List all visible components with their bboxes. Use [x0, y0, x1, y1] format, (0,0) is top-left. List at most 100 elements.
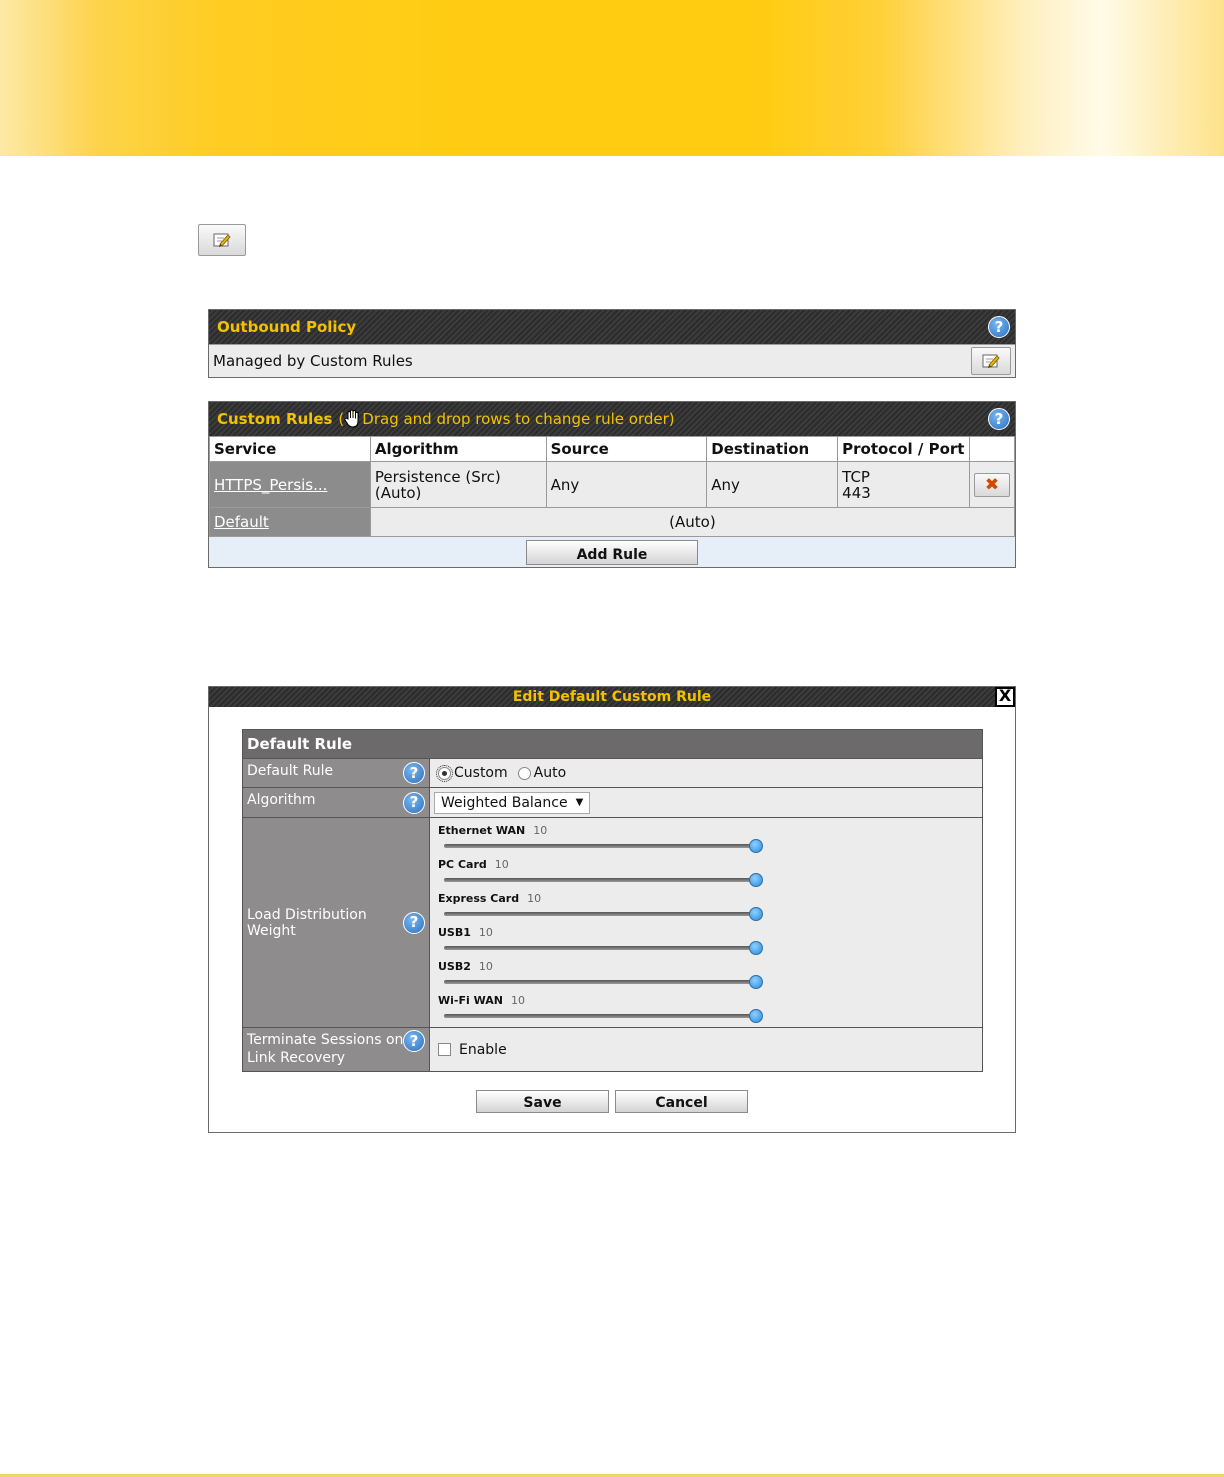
table-row-default[interactable]: Default (Auto)	[209, 507, 1016, 537]
enable-label[interactable]: Enable	[459, 1042, 507, 1058]
radio-custom[interactable]	[436, 764, 453, 782]
service-cell: HTTPS_Persis...	[209, 461, 371, 508]
load-distribution-label: Load Distribution Weight ?	[243, 818, 430, 1027]
terminate-sessions-row: Terminate Sessions on Link Recovery ? En…	[243, 1027, 982, 1071]
algorithm-label-text: Algorithm	[247, 792, 316, 808]
radio-custom-label[interactable]: Custom	[454, 765, 508, 781]
weight-slider-name: USB2	[438, 960, 471, 973]
enable-checkbox[interactable]	[438, 1043, 451, 1056]
destination-cell: Any	[706, 461, 839, 508]
custom-rules-table: Service Algorithm Source Destination Pro…	[209, 436, 1016, 537]
load-distribution-row: Load Distribution Weight ? Ethernet WAN 1…	[243, 817, 982, 1027]
add-rule-button[interactable]: Add Rule	[526, 540, 698, 565]
weight-slider-name: Wi-Fi WAN	[438, 994, 503, 1007]
weight-slider-item: Wi-Fi WAN 10	[438, 992, 974, 1026]
algorithm-mode: (Auto)	[374, 483, 422, 502]
algorithm-row: Algorithm ? Weighted Balance ▼	[243, 787, 982, 817]
help-icon[interactable]: ?	[403, 911, 425, 934]
default-rule-form: Default Rule Default Rule ? Custom Auto …	[242, 729, 983, 1072]
edit-outbound-button[interactable]	[971, 347, 1011, 375]
weight-sliders: Ethernet WAN 10 PC Card 10 Express Card 10 USB…	[430, 818, 982, 1027]
table-header-row: Service Algorithm Source Destination Pro…	[209, 436, 1015, 462]
column-header-protocol-port: Protocol / Port	[837, 436, 970, 462]
weight-slider-handle[interactable]	[749, 975, 763, 989]
dialog-title: Edit Default Custom Rule	[512, 689, 712, 705]
weight-slider-track[interactable]	[444, 839, 763, 853]
weight-slider-name: Ethernet WAN	[438, 824, 526, 837]
close-icon[interactable]: X	[995, 687, 1015, 707]
edit-default-rule-dialog: Edit Default Custom Rule X Default Rule …	[208, 686, 1016, 1133]
weight-slider-value: 10	[494, 858, 509, 871]
algorithm-cell: Persistence (Src) (Auto)	[369, 461, 547, 508]
column-header-algorithm: Algorithm	[369, 436, 547, 462]
weight-slider-item: Express Card 10	[438, 890, 974, 924]
weight-slider-name: USB1	[438, 926, 471, 939]
weight-slider-handle[interactable]	[749, 907, 763, 921]
weight-slider-name: PC Card	[438, 858, 487, 871]
column-header-destination: Destination	[706, 436, 839, 462]
outbound-policy-summary: Managed by Custom Rules	[213, 352, 413, 370]
weight-slider-item: USB1 10	[438, 924, 974, 958]
help-icon[interactable]: ?	[403, 762, 425, 784]
service-cell: Default	[209, 507, 371, 537]
weight-slider-handle[interactable]	[749, 941, 763, 955]
terminate-sessions-label-text: Terminate Sessions on Link Recovery	[247, 1032, 404, 1066]
column-header-actions	[969, 436, 1015, 462]
radio-auto-label[interactable]: Auto	[534, 765, 567, 781]
weight-slider-handle[interactable]	[749, 1009, 763, 1023]
help-icon[interactable]: ?	[988, 316, 1010, 338]
column-header-service: Service	[209, 436, 371, 462]
service-link-https[interactable]: HTTPS_Persis...	[214, 476, 327, 494]
hand-icon	[344, 409, 359, 428]
dialog-title-bar: Edit Default Custom Rule X	[209, 687, 1015, 707]
weight-slider-item: Ethernet WAN 10	[438, 822, 974, 856]
weight-slider-value: 10	[478, 960, 493, 973]
protocol-text: TCP	[842, 467, 870, 486]
weight-slider-handle[interactable]	[749, 839, 763, 853]
custom-rules-hint: Drag and drop rows to change rule order)	[362, 410, 675, 428]
weight-slider-track[interactable]	[444, 907, 763, 921]
actions-cell: ✖	[969, 461, 1015, 508]
service-link-default[interactable]: Default	[214, 513, 269, 531]
port-text: 443	[842, 483, 871, 502]
weight-slider-track[interactable]	[444, 873, 763, 887]
weight-slider-value: 10	[510, 994, 525, 1007]
default-rule-value: (Auto)	[369, 507, 1016, 537]
algorithm-text: Persistence (Src)	[374, 467, 501, 486]
default-rule-label: Default Rule ?	[243, 759, 430, 787]
outbound-policy-heading: Outbound Policy	[217, 318, 357, 336]
chevron-down-icon: ▼	[575, 797, 584, 808]
edit-button[interactable]	[198, 224, 246, 256]
help-icon[interactable]: ?	[403, 791, 425, 814]
default-rule-row: Default Rule ? Custom Auto	[243, 758, 982, 787]
column-header-source: Source	[545, 436, 708, 462]
algorithm-value: Weighted Balance ▼	[430, 788, 982, 817]
outbound-policy-panel: Outbound Policy ? Managed by Custom Rule…	[208, 309, 1016, 378]
weight-slider-track[interactable]	[444, 1009, 763, 1023]
protocol-port-cell: TCP 443	[837, 461, 970, 508]
cancel-button[interactable]: Cancel	[615, 1090, 748, 1113]
algorithm-selected: Weighted Balance	[441, 794, 568, 811]
outbound-policy-row: Managed by Custom Rules	[209, 344, 1015, 377]
edit-icon	[213, 233, 231, 247]
algorithm-label: Algorithm ?	[243, 788, 430, 817]
weight-slider-value: 10	[527, 892, 542, 905]
weight-slider-track[interactable]	[444, 975, 763, 989]
table-row[interactable]: HTTPS_Persis... Persistence (Src) (Auto)…	[209, 461, 1015, 508]
delete-rule-button[interactable]: ✖	[974, 472, 1010, 497]
weight-slider-item: USB2 10	[438, 958, 974, 992]
weight-slider-handle[interactable]	[749, 873, 763, 887]
custom-rules-title: Custom Rules ( Drag and drop rows to cha…	[209, 402, 1015, 436]
help-icon[interactable]: ?	[988, 408, 1010, 430]
algorithm-select[interactable]: Weighted Balance ▼	[434, 791, 591, 814]
delete-icon: ✖	[984, 474, 1000, 495]
weight-slider-value: 10	[478, 926, 493, 939]
terminate-sessions-value: Enable	[430, 1028, 982, 1071]
radio-auto[interactable]	[517, 766, 531, 780]
load-distribution-label-text: Load Distribution Weight	[247, 906, 367, 939]
save-button[interactable]: Save	[476, 1090, 609, 1113]
default-rule-label-text: Default Rule	[247, 763, 334, 779]
add-rule-row: Add Rule	[209, 537, 1015, 567]
help-icon[interactable]: ?	[403, 1030, 425, 1052]
weight-slider-track[interactable]	[444, 941, 763, 955]
